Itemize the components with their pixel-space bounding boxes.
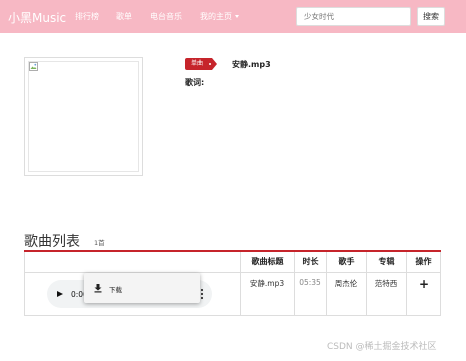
cell-artist: 周杰伦 xyxy=(334,279,358,288)
menu-item-download-label: 下载 xyxy=(109,286,122,294)
album-cover xyxy=(24,57,143,176)
search-input[interactable] xyxy=(296,7,411,26)
play-icon[interactable] xyxy=(57,291,63,297)
menu-item-download[interactable]: 下载 xyxy=(84,273,200,303)
column-header-artist: 歌手 xyxy=(326,252,366,272)
download-icon xyxy=(94,284,102,293)
nav-item-my-page[interactable]: 我的主页 xyxy=(200,11,239,22)
plus-icon[interactable]: + xyxy=(419,278,429,290)
song-count: 1首 xyxy=(94,239,105,247)
column-header-actions: 操作 xyxy=(406,252,440,272)
nav-item-radio-label: 电台音乐 xyxy=(150,12,182,21)
album-cover-frame xyxy=(28,61,139,172)
nav-item-radio[interactable]: 电台音乐 xyxy=(150,11,182,22)
column-header-title: 歌曲标题 xyxy=(240,252,294,272)
nav-item-playlists[interactable]: 歌单 xyxy=(116,11,132,22)
cell-song-title: 安静.mp3 xyxy=(249,279,285,288)
search-button[interactable]: 搜索 xyxy=(417,7,445,26)
watermark: CSDN @稀土掘金技术社区 xyxy=(327,342,437,352)
column-header-album: 专辑 xyxy=(366,252,406,272)
context-menu: 下载 xyxy=(84,273,200,303)
badge-dot xyxy=(209,63,212,65)
more-options-icon[interactable] xyxy=(201,289,203,299)
song-list-title: 歌曲列表 xyxy=(24,234,80,250)
caret-down-icon xyxy=(235,15,239,18)
brand-logo[interactable]: 小黑Music xyxy=(8,9,66,26)
nav-item-my-page-label: 我的主页 xyxy=(200,12,232,21)
song-title: 安静.mp3 xyxy=(232,60,271,69)
navbar: 小黑Music 排行榜 歌单 电台音乐 我的主页 搜索 xyxy=(0,0,466,33)
nav-item-charts[interactable]: 排行榜 xyxy=(75,11,99,22)
broken-image-icon xyxy=(29,62,38,71)
lyrics-label: 歌词: xyxy=(185,78,205,87)
single-badge-label: 单曲 xyxy=(191,60,204,67)
single-badge: 单曲 xyxy=(185,58,218,70)
column-header-duration: 时长 xyxy=(294,252,326,272)
cell-album: 范特西 xyxy=(374,279,398,288)
column-divider xyxy=(406,272,407,315)
cell-duration: 05:35 xyxy=(299,278,321,287)
